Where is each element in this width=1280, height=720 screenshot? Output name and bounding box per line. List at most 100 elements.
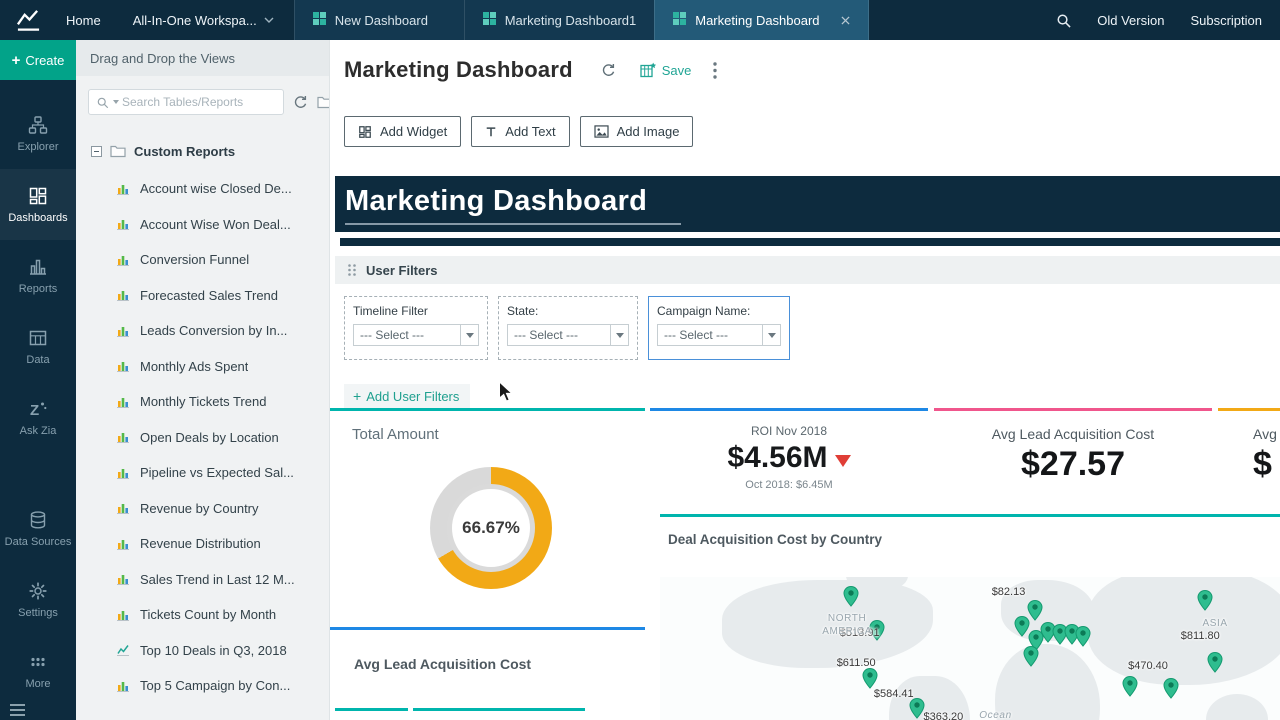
mouse-cursor-icon [498,381,515,408]
close-tab-icon[interactable] [841,16,850,25]
nav-home[interactable]: Home [56,13,111,28]
plus-icon [12,53,21,68]
sidebar-item-more[interactable]: More [0,635,76,706]
map-pin-icon[interactable] [1122,676,1137,697]
refresh-icon[interactable] [601,63,616,78]
more-options-icon[interactable] [713,62,717,79]
kpi-value: $27.57 [934,445,1212,484]
tree-item-open-deals-by-location[interactable]: Open Deals by Location [76,420,329,456]
filter-select[interactable]: --- Select --- [657,324,781,346]
tree-item-sales-trend-in-last-12-m[interactable]: Sales Trend in Last 12 M... [76,562,329,598]
dropdown-caret-icon [762,325,780,345]
tree-item-tickets-count-by-month[interactable]: Tickets Count by Month [76,597,329,633]
donut-chart: 66.67% [430,467,552,589]
tab-label: Marketing Dashboard [695,13,819,28]
bar-chart-icon [116,395,130,409]
tree-item-forecasted-sales-trend[interactable]: Forecasted Sales Trend [76,278,329,314]
bar-chart-icon [116,288,130,302]
tree-item-conversion-funnel[interactable]: Conversion Funnel [76,242,329,278]
map-pin-icon[interactable] [1207,652,1222,673]
map-label: $811.80 [1181,630,1220,642]
deal-map-widget[interactable]: Deal Acquisition Cost by Country $82.13$… [660,514,1280,720]
filter-value: --- Select --- [664,328,728,342]
map-pin-icon[interactable] [1197,590,1212,611]
donut-hole: 66.67% [447,484,535,572]
report-label: Forecasted Sales Trend [140,288,278,303]
search-icon[interactable] [1056,13,1071,28]
map-pin-icon[interactable] [1163,678,1178,699]
add-widget-button[interactable]: Add Widget [344,116,461,147]
tab-marketing-dashboard1[interactable]: Marketing Dashboard1 [464,0,655,40]
folder-crm-data-reports[interactable]: CRM Data & Reports [76,714,329,720]
tab-label: Marketing Dashboard1 [505,13,637,28]
avg-lead-cost-kpi-widget[interactable]: Avg Lead Acquisition Cost $27.57 [934,408,1212,510]
map-pin-icon[interactable] [1075,626,1090,647]
zoho-analytics-logo-icon[interactable] [0,8,56,33]
map-pin-icon[interactable] [843,586,858,607]
refresh-icon[interactable] [293,95,308,110]
sidebar-item-ask-zia[interactable]: ZAsk Zia [0,382,76,453]
create-label: Create [25,53,64,68]
chevron-down-icon [264,17,274,23]
filter-select[interactable]: --- Select --- [353,324,479,346]
folder-view-icon[interactable] [317,95,330,109]
tab-new-dashboard[interactable]: New Dashboard [294,0,464,40]
report-label: Open Deals by Location [140,430,279,445]
tab-marketing-dashboard[interactable]: Marketing Dashboard [654,0,868,40]
filter-timeline-filter: Timeline Filter--- Select --- [344,296,488,360]
user-filters-header[interactable]: User Filters [335,256,1280,284]
sidebar-item-settings[interactable]: Settings [0,564,76,635]
button-label: Add Text [505,124,555,139]
sidebar-item-dashboards[interactable]: Dashboards [0,169,76,240]
tree-item-top-10-deals-in-q3-2018[interactable]: Top 10 Deals in Q3, 2018 [76,633,329,669]
old-version-link[interactable]: Old Version [1097,13,1164,28]
workspace-selector[interactable]: All-In-One Workspa... [121,13,286,28]
map-pin-icon[interactable] [863,668,878,689]
sidebar-item-data[interactable]: Data [0,311,76,382]
map-label: $470.40 [1128,660,1168,672]
tree-item-account-wise-won-deal[interactable]: Account Wise Won Deal... [76,207,329,243]
tree-item-pipeline-vs-expected-sal[interactable]: Pipeline vs Expected Sal... [76,455,329,491]
add-text-button[interactable]: Add Text [471,116,569,147]
menu-icon[interactable] [10,704,25,716]
sidebar-item-explorer[interactable]: Explorer [0,98,76,169]
tree-item-account-wise-closed-de[interactable]: Account wise Closed De... [76,171,329,207]
dashboard-title-row: Marketing Dashboard Save [344,52,717,88]
subscription-link[interactable]: Subscription [1190,13,1262,28]
tree-item-revenue-distribution[interactable]: Revenue Distribution [76,526,329,562]
button-label: Add Widget [380,124,447,139]
kpi-value-row: $4.56M [650,441,928,474]
sidebar-item-label: Data Sources [5,536,72,548]
bar-chart-icon [116,359,130,373]
tree-item-leads-conversion-by-in[interactable]: Leads Conversion by In... [76,313,329,349]
sidebar-item-data-sources[interactable]: Data Sources [0,493,76,564]
folder-label: Custom Reports [134,144,235,159]
create-button[interactable]: Create [0,40,76,80]
tree-item-revenue-by-country[interactable]: Revenue by Country [76,491,329,527]
add-user-filters-link[interactable]: Add User Filters [344,384,470,411]
partial-kpi-widget[interactable]: Avg $ [1218,408,1280,510]
banner-widget[interactable]: Marketing Dashboard [335,176,1280,232]
map-pin-icon[interactable] [1023,646,1038,667]
reports-tree: Custom Reports Account wise Closed De...… [76,135,329,720]
save-button[interactable]: Save [640,62,692,78]
line-chart-icon [116,643,130,657]
add-image-button[interactable]: Add Image [580,116,694,147]
filter-select[interactable]: --- Select --- [507,324,629,346]
sidebar-item-reports[interactable]: Reports [0,240,76,311]
avg-lead-cost-chart-widget[interactable]: Avg Lead Acquisition Cost [330,627,645,705]
search-tables-box[interactable] [88,89,284,115]
widget-title: Total Amount [330,411,645,443]
roi-widget[interactable]: ROI Nov 2018 $4.56M Oct 2018: $6.45M [650,408,928,510]
map-pin-icon[interactable] [1028,600,1043,621]
search-tables-input[interactable] [122,95,277,109]
collapse-icon[interactable] [91,146,102,157]
folder-custom-reports[interactable]: Custom Reports [76,135,329,167]
tree-item-monthly-ads-spent[interactable]: Monthly Ads Spent [76,349,329,385]
button-label: Add Image [617,124,680,139]
dashboard-tab-icon [673,12,686,28]
total-amount-widget[interactable]: Total Amount 66.67% [330,408,645,627]
tree-item-monthly-tickets-trend[interactable]: Monthly Tickets Trend [76,384,329,420]
tree-item-top-5-campaign-by-con[interactable]: Top 5 Campaign by Con... [76,668,329,704]
dropdown-caret-icon [460,325,478,345]
